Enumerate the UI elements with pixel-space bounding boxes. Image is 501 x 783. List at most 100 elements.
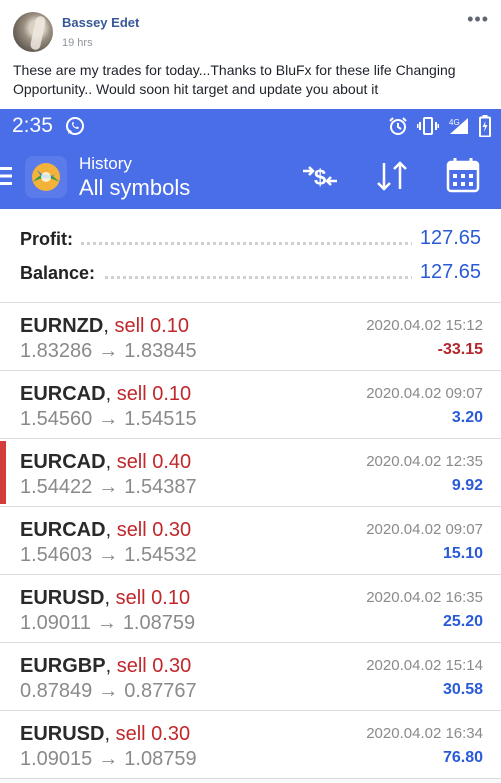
profit-label: Profit:: [20, 229, 81, 250]
status-icons: 4G: [388, 115, 491, 137]
vibrate-icon: [417, 117, 439, 135]
trade-profit: 25.20: [442, 613, 483, 630]
trade-profit: 3.20: [451, 409, 483, 426]
deposit-exchange-icon[interactable]: $: [300, 159, 340, 193]
arrow-icon: →: [98, 544, 119, 566]
close-price: 1.54387: [124, 476, 197, 498]
trade-symbol: EURCAD: [20, 519, 106, 541]
alarm-icon: [389, 117, 407, 135]
trade-side-volume: sell 0.10: [115, 587, 191, 609]
trade-symbol: EURCAD: [20, 451, 106, 473]
status-clock: 2:35: [12, 114, 53, 137]
trade-title: EURCAD, sell 0.30: [20, 519, 191, 542]
menu-icon[interactable]: [0, 165, 12, 187]
avatar[interactable]: [13, 12, 53, 52]
trade-title: EURUSD, sell 0.10: [20, 587, 190, 610]
trade-row[interactable]: EURUSD, sell 0.10 1.09011 → 1.08759 2020.04.…: [0, 575, 501, 643]
trade-row[interactable]: EURCAD, sell 0.40 1.54422 → 1.54387 2020.04.…: [0, 439, 501, 507]
trade-history-screenshot: 2:35 4G History All symbols $ Profit: 12…: [0, 109, 501, 783]
trade-row[interactable]: EURCAD, sell 0.30 1.54603 → 1.54532 2020.04.…: [0, 507, 501, 575]
separator: ,: [105, 655, 117, 677]
post-text: These are my trades for today...Thanks t…: [13, 62, 456, 97]
arrow-icon: →: [98, 680, 119, 702]
trade-prices: 1.83286 → 1.83845: [20, 340, 197, 363]
separator: ,: [104, 587, 116, 609]
separator: ,: [105, 383, 117, 405]
trade-title: EURGBP, sell 0.30: [20, 655, 191, 678]
trade-profit: 76.80: [442, 749, 483, 766]
trade-time: 2020.04.02 09:07: [366, 385, 483, 402]
app-bar: History All symbols $: [0, 144, 501, 209]
close-price: 1.83845: [124, 340, 197, 362]
trade-prices: 1.54560 → 1.54515: [20, 408, 197, 431]
arrow-icon: →: [98, 748, 119, 770]
trade-title: EURCAD, sell 0.10: [20, 383, 191, 406]
symbol-filter[interactable]: All symbols: [79, 175, 190, 201]
trade-prices: 0.87849 → 0.87767: [20, 680, 197, 703]
trade-time: 2020.04.02 12:35: [366, 453, 483, 470]
trade-side-volume: sell 0.30: [115, 723, 191, 745]
open-price: 1.09011: [20, 612, 91, 634]
trade-time: 2020.04.02 15:14: [366, 657, 483, 674]
trade-row[interactable]: EURUSD, sell 0.30 1.09015 → 1.08759 2020.04.…: [0, 711, 501, 779]
trade-side-volume: sell 0.30: [116, 655, 192, 677]
trade-prices: 1.09015 → 1.08759: [20, 748, 197, 771]
close-price: 1.54532: [124, 544, 197, 566]
trade-profit: -33.15: [437, 341, 483, 358]
calendar-icon[interactable]: [445, 156, 481, 194]
trade-side-volume: sell 0.10: [116, 383, 192, 405]
account-summary: Profit: 127.65 Balance: 127.65: [0, 209, 501, 303]
balance-row: Balance: 127.65: [20, 261, 481, 293]
status-bar: 2:35 4G: [0, 109, 501, 144]
trade-time: 2020.04.02 16:35: [366, 589, 483, 606]
trade-title: EURUSD, sell 0.30: [20, 723, 190, 746]
4g-signal-icon: 4G: [449, 118, 468, 134]
post-timestamp[interactable]: 19 hrs: [62, 37, 93, 49]
trade-symbol: EURNZD: [20, 315, 104, 337]
post-header: Bassey Edet 19 hrs •••: [0, 0, 501, 60]
trade-prices: 1.54603 → 1.54532: [20, 544, 197, 567]
metatrader-logo-icon: [25, 156, 67, 198]
trade-time: 2020.04.02 15:12: [366, 317, 483, 334]
close-price: 0.87767: [124, 680, 197, 702]
trade-symbol: EURGBP: [20, 655, 106, 677]
open-price: 1.54603: [20, 544, 93, 566]
trade-row[interactable]: EURCAD, sell 0.10 1.54560 → 1.54515 2020.04.…: [0, 371, 501, 439]
trade-prices: 1.54422 → 1.54387: [20, 476, 197, 499]
open-price: 1.54422: [20, 476, 93, 498]
trade-symbol: EURUSD: [20, 587, 105, 609]
open-price: 1.83286: [20, 340, 93, 362]
open-price: 1.09015: [20, 748, 93, 770]
close-price: 1.08759: [124, 748, 197, 770]
trade-list: EURNZD, sell 0.10 1.83286 → 1.83845 2020.04.…: [0, 303, 501, 779]
trade-profit: 30.58: [442, 681, 483, 698]
arrow-icon: →: [98, 408, 119, 430]
trade-symbol: EURUSD: [20, 723, 105, 745]
trade-time: 2020.04.02 09:07: [366, 521, 483, 538]
trade-side-volume: sell 0.10: [114, 315, 189, 337]
profit-value: 127.65: [411, 227, 481, 250]
arrow-icon: →: [96, 612, 117, 634]
close-price: 1.54515: [124, 408, 197, 430]
more-options-icon[interactable]: •••: [467, 9, 489, 30]
separator: ,: [103, 315, 115, 337]
separator: ,: [105, 519, 117, 541]
trade-row[interactable]: EURNZD, sell 0.10 1.83286 → 1.83845 2020.04.…: [0, 303, 501, 371]
svg-text:4G: 4G: [449, 118, 460, 127]
arrow-icon: →: [98, 340, 119, 362]
author-name[interactable]: Bassey Edet: [62, 15, 139, 30]
screen-title: History: [79, 154, 132, 173]
trade-title: EURNZD, sell 0.10: [20, 315, 189, 338]
svg-text:$: $: [314, 165, 326, 190]
trade-prices: 1.09011 → 1.08759: [20, 612, 195, 635]
trade-row[interactable]: EURGBP, sell 0.30 0.87849 → 0.87767 2020.04.…: [0, 643, 501, 711]
separator: ,: [104, 723, 116, 745]
trade-time: 2020.04.02 16:34: [366, 725, 483, 742]
trade-side-volume: sell 0.40: [116, 451, 192, 473]
open-price: 0.87849: [20, 680, 93, 702]
battery-icon: [479, 115, 491, 137]
profit-row: Profit: 127.65: [20, 227, 481, 259]
whatsapp-icon: [66, 117, 84, 135]
trade-side-volume: sell 0.30: [116, 519, 192, 541]
sort-icon[interactable]: [372, 159, 412, 193]
